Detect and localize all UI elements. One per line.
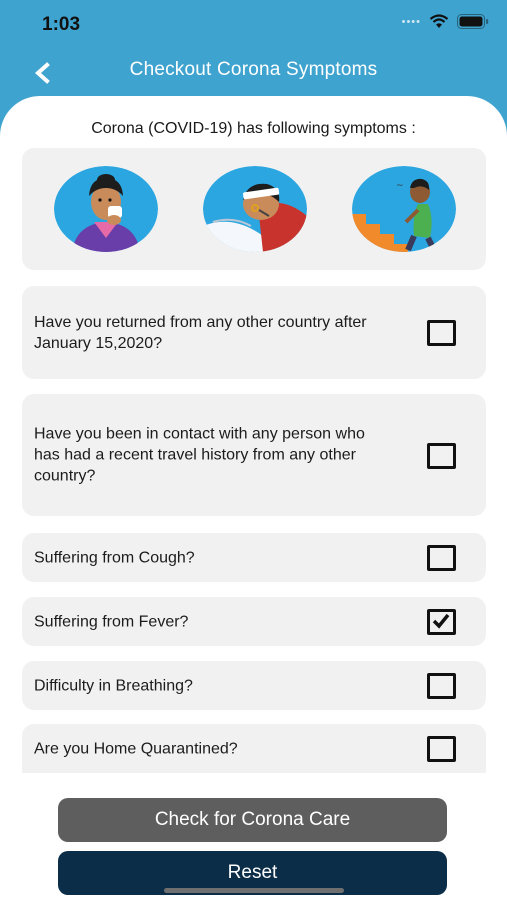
wifi-icon bbox=[429, 14, 449, 28]
check-for-corona-care-button[interactable]: Check for Corona Care bbox=[58, 798, 447, 842]
nav-bar: Checkout Corona Symptoms bbox=[0, 50, 507, 96]
cellular-signal-icon: •••• bbox=[401, 15, 421, 28]
page-title: Checkout Corona Symptoms bbox=[129, 59, 378, 80]
checkbox-travel-contact[interactable] bbox=[427, 443, 456, 469]
question-card-breathing: Difficulty in Breathing? bbox=[22, 661, 486, 710]
symptoms-intro-text: Corona (COVID-19) has following symptoms… bbox=[91, 120, 416, 137]
fever-illustration bbox=[203, 166, 307, 252]
question-card-cough: Suffering from Cough? bbox=[22, 533, 486, 582]
status-time: 1:03 bbox=[42, 14, 81, 35]
question-text: Are you Home Quarantined? bbox=[34, 740, 238, 757]
question-card-home-quarantined: Are you Home Quarantined? bbox=[22, 724, 486, 773]
question-card-travel-contact: Have you been in contact with any person… bbox=[22, 394, 486, 516]
checkbox-cough[interactable] bbox=[427, 545, 456, 571]
status-bar: 1:03 •••• bbox=[0, 0, 507, 50]
status-icons: •••• bbox=[402, 14, 489, 29]
home-indicator bbox=[164, 888, 344, 893]
question-text: Have you been in contact with any person… bbox=[34, 425, 365, 485]
content-sheet: Corona (COVID-19) has following symptoms… bbox=[0, 96, 507, 900]
question-text: Suffering from Fever? bbox=[34, 613, 189, 630]
question-text: Have you returned from any other country… bbox=[34, 313, 367, 352]
question-card-fever: Suffering from Fever? bbox=[22, 597, 486, 646]
question-text: Difficulty in Breathing? bbox=[34, 677, 193, 694]
checkmark-icon bbox=[432, 613, 450, 629]
cough-illustration bbox=[54, 166, 158, 252]
checkbox-fever[interactable] bbox=[427, 609, 456, 635]
battery-icon bbox=[457, 14, 489, 29]
question-text: Suffering from Cough? bbox=[34, 549, 195, 566]
breathing-difficulty-illustration: ~ bbox=[352, 166, 456, 252]
symptoms-illustration-card: ~ bbox=[22, 148, 486, 270]
question-card-returned-from-abroad: Have you returned from any other country… bbox=[22, 286, 486, 379]
checkbox-breathing[interactable] bbox=[427, 673, 456, 699]
checkbox-home-quarantined[interactable] bbox=[427, 736, 456, 762]
svg-text:~: ~ bbox=[396, 181, 404, 191]
checkbox-returned-from-abroad[interactable] bbox=[427, 320, 456, 346]
